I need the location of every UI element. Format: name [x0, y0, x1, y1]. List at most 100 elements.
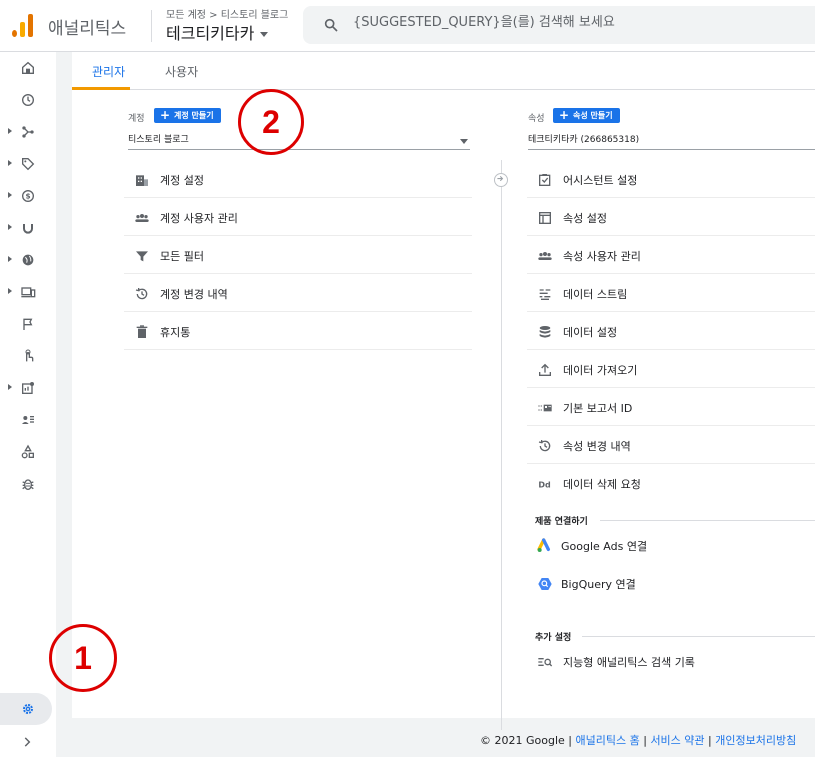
property-selected: 테크티키타카 (266865318)	[528, 135, 640, 145]
nav-debugview[interactable]	[0, 470, 56, 498]
account-menu-item[interactable]: 모든 필터	[124, 236, 472, 274]
property-menu-item[interactable]: 속성 변경 내역	[527, 426, 815, 464]
property-menu-item[interactable]: 데이터 스트림	[527, 274, 815, 312]
chevron-down-icon	[260, 32, 269, 37]
product-link-item[interactable]: Google Ads 연결	[527, 526, 815, 564]
property-menu-item[interactable]: 어시스턴트 설정	[527, 160, 815, 198]
tab-bar: 관리자 사용자	[72, 52, 815, 90]
copyright: © 2021 Google	[480, 734, 565, 747]
additional-settings-item[interactable]: 지능형 애널리틱스 검색 기록	[527, 642, 815, 680]
account-menu-item[interactable]: 계정 설정	[124, 160, 472, 198]
plus-icon: +	[160, 108, 171, 122]
menu-item-label: 데이터 스트림	[563, 288, 628, 301]
product-link-item[interactable]: BigQuery 연결	[527, 564, 815, 602]
nav-tech[interactable]	[0, 278, 56, 306]
shapes-icon	[21, 444, 34, 459]
app-name[interactable]: 애널리틱스	[48, 14, 126, 39]
window-icon	[539, 212, 551, 224]
checkbox-icon	[539, 174, 551, 186]
create-account-label: 계정 만들기	[174, 111, 214, 120]
search-input[interactable]	[353, 15, 773, 30]
footer-link-terms[interactable]: 서비스 약관	[650, 734, 704, 747]
nav-custom-definitions[interactable]	[0, 438, 56, 466]
tab-user[interactable]: 사용자	[165, 63, 198, 80]
create-account-button[interactable]: + 계정 만들기	[154, 108, 221, 123]
account-menu-item[interactable]: 휴지통	[124, 312, 472, 350]
menu-item-label: 어시스턴트 설정	[563, 174, 638, 187]
nav-admin-settings[interactable]	[0, 693, 52, 725]
column-divider	[501, 160, 502, 730]
people-icon	[538, 252, 552, 260]
property-menu-item[interactable]: 데이터 가져오기	[527, 350, 815, 388]
magnet-icon	[23, 224, 33, 234]
history-icon	[135, 288, 148, 300]
report-icon	[22, 382, 34, 394]
account-menu-item[interactable]: 계정 변경 내역	[124, 274, 472, 312]
history-icon	[538, 440, 551, 452]
menu-item-label: 휴지통	[160, 326, 191, 339]
footer-link-analytics-home[interactable]: 애널리틱스 홈	[576, 734, 640, 747]
create-property-button[interactable]: + 속성 만들기	[553, 108, 620, 123]
property-menu-item[interactable]: 기본 보고서 ID	[527, 388, 815, 426]
nav-monetization[interactable]: $	[0, 182, 56, 210]
search-bar[interactable]	[303, 6, 815, 44]
menu-item-label: 속성 설정	[563, 212, 607, 225]
nav-acquisition[interactable]	[0, 118, 56, 146]
database-icon	[539, 326, 551, 338]
menu-item-label: 계정 사용자 관리	[160, 212, 238, 225]
trash-icon	[136, 325, 148, 338]
building-icon	[136, 175, 148, 186]
people-icon	[135, 214, 149, 222]
tab-admin[interactable]: 관리자	[92, 63, 125, 80]
nav-tags[interactable]	[0, 150, 56, 178]
account-column-label: 계정	[128, 114, 145, 124]
share-icon	[22, 126, 34, 138]
gear-icon	[23, 704, 33, 714]
menu-item-label: 속성 변경 내역	[563, 440, 631, 453]
property-selector[interactable]: 테크티키타카	[166, 20, 269, 44]
chevron-right-icon[interactable]	[20, 735, 34, 749]
menu-item-label: 데이터 가져오기	[563, 364, 638, 377]
nav-conversions[interactable]	[0, 342, 56, 370]
expand-arrow-icon	[8, 384, 12, 390]
property-menu-item[interactable]: 속성 사용자 관리	[527, 236, 815, 274]
menu-item-label: 기본 보고서 ID	[563, 402, 633, 415]
create-property-label: 속성 만들기	[573, 111, 613, 120]
nav-reports-realtime[interactable]	[0, 86, 56, 114]
nav-home[interactable]	[0, 54, 56, 82]
property-menu-item[interactable]: Dd 데이터 삭제 요청	[527, 464, 815, 502]
nav-retention[interactable]	[0, 214, 56, 242]
upload-icon	[539, 363, 551, 376]
account-menu-item[interactable]: 계정 사용자 관리	[124, 198, 472, 236]
property-menu-item[interactable]: 속성 설정	[527, 198, 815, 236]
devices-icon	[21, 287, 36, 298]
touch-icon	[25, 349, 34, 362]
svg-text:$: $	[25, 192, 30, 201]
menu-item-label: Google Ads 연결	[561, 540, 648, 553]
nav-audiences[interactable]	[0, 406, 56, 434]
property-menu-item[interactable]: 데이터 설정	[527, 312, 815, 350]
property-column-label: 속성	[528, 114, 545, 124]
admin-main: 관리자 사용자 계정 + 계정 만들기 티스토리 블로그 계정 설정 계정 사용자…	[72, 52, 815, 730]
footer-separator: |	[568, 734, 572, 747]
header-divider	[151, 10, 152, 42]
analytics-logo-icon[interactable]	[12, 13, 34, 37]
bigquery-icon	[538, 578, 552, 590]
property-selector[interactable]: 테크티키타카 (266865318)	[528, 134, 815, 150]
account-selected: 티스토리 블로그	[128, 135, 189, 145]
globe-icon	[22, 254, 34, 266]
footer-link-privacy[interactable]: 개인정보처리방침	[715, 734, 796, 747]
dd-icon: Dd	[538, 480, 551, 489]
chevron-down-icon	[460, 139, 468, 144]
breadcrumb[interactable]: 모든 계정 > 티스토리 블로그	[166, 6, 288, 21]
nav-library[interactable]	[0, 374, 56, 402]
nav-events[interactable]	[0, 310, 56, 338]
menu-item-label: BigQuery 연결	[561, 578, 636, 591]
audience-icon	[22, 416, 34, 424]
tab-active-indicator	[72, 87, 130, 90]
menu-item-label: 속성 사용자 관리	[563, 250, 641, 263]
annotation-circle-2: 2	[238, 89, 304, 155]
nav-demographics[interactable]	[0, 246, 56, 274]
footer-separator: |	[643, 734, 647, 747]
footer-separator: |	[708, 734, 712, 747]
